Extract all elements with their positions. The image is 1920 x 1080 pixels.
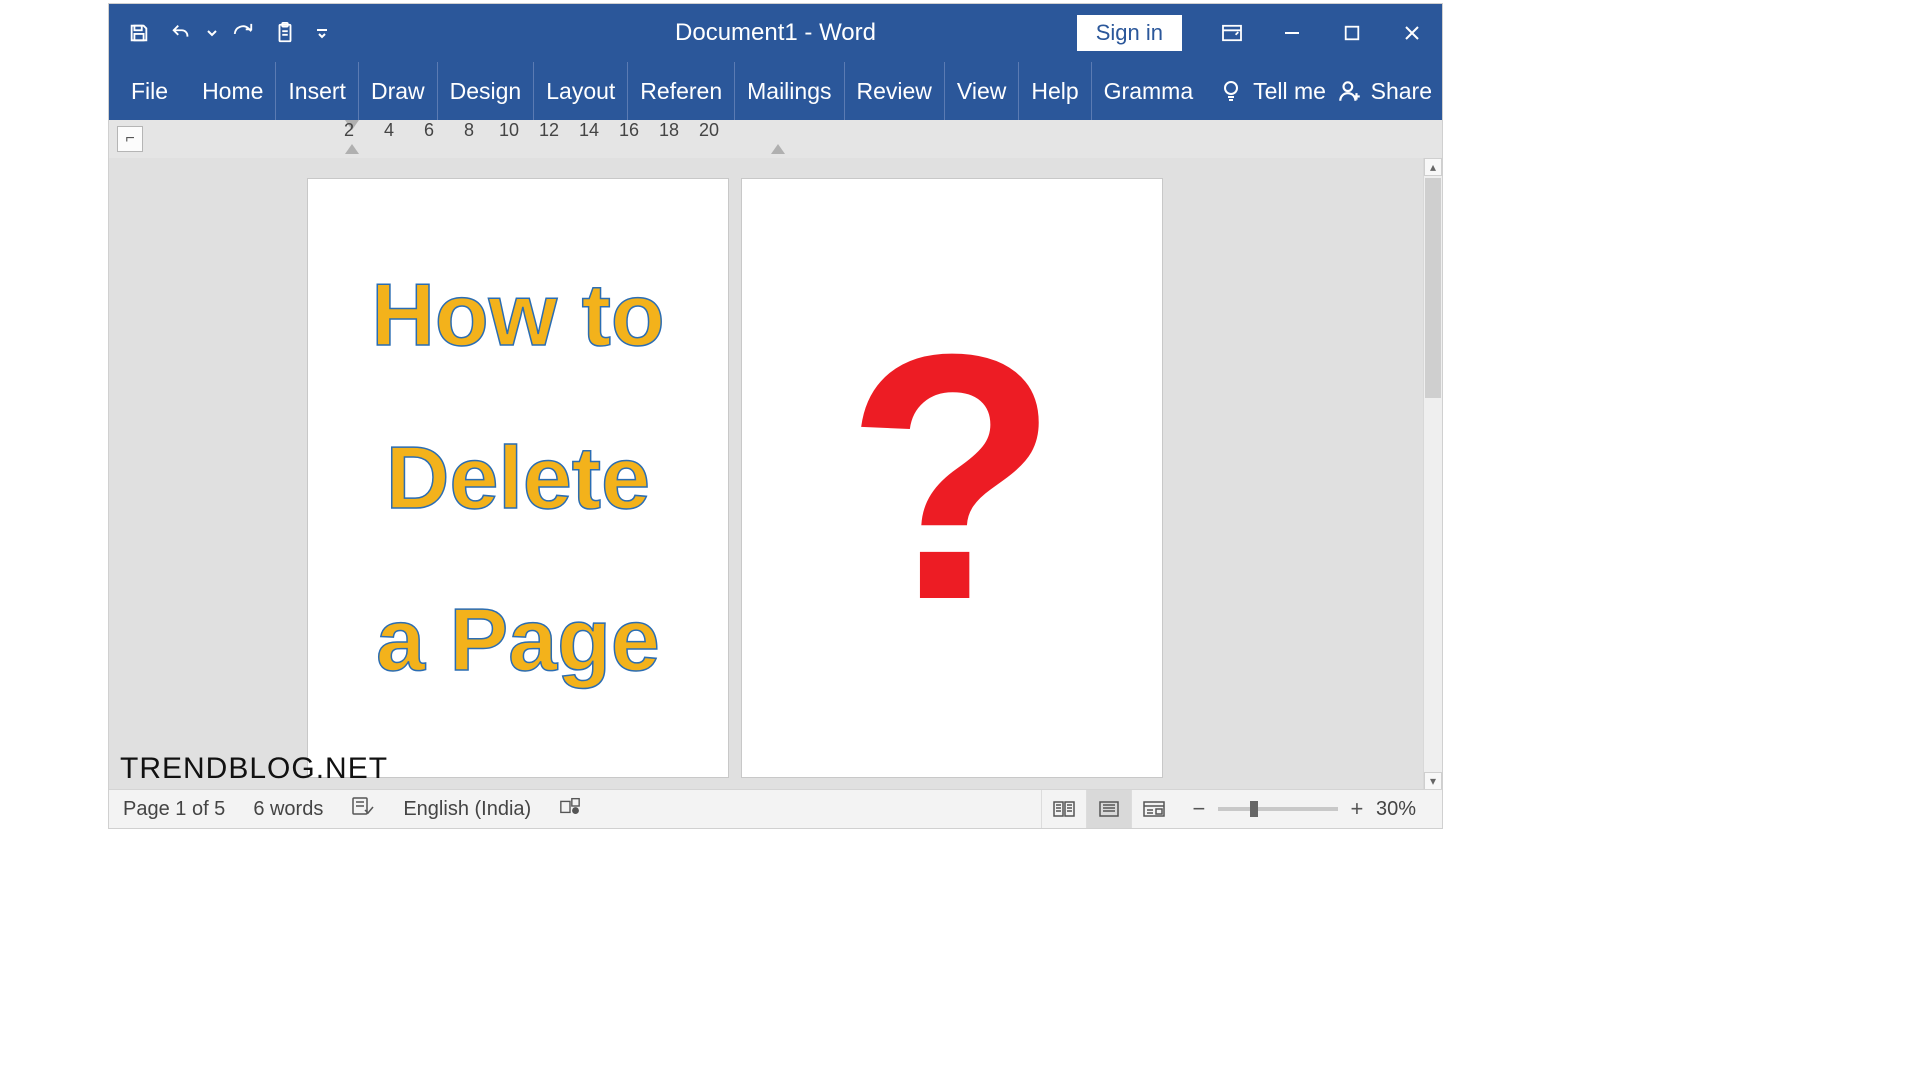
person-plus-icon [1337, 78, 1363, 104]
tab-references[interactable]: Referen [627, 62, 734, 120]
tab-insert[interactable]: Insert [275, 62, 358, 120]
ruler-number: 16 [619, 120, 639, 141]
share-label: Share [1371, 78, 1432, 105]
print-layout-icon [1098, 800, 1120, 818]
horizontal-ruler[interactable]: ⌐ 2 4 6 8 10 12 14 16 18 20 [109, 120, 1442, 158]
ruler-number: 14 [579, 120, 599, 141]
page-indicator[interactable]: Page 1 of 5 [123, 798, 225, 821]
close-button[interactable] [1382, 4, 1442, 62]
web-layout-button[interactable] [1131, 790, 1176, 828]
page-1-wordart[interactable]: How to Delete a Page [371, 234, 664, 722]
macro-record-icon [559, 796, 581, 816]
document-area: How to Delete a Page ? ▴ ▾ [109, 158, 1442, 790]
share-button[interactable]: Share [1337, 62, 1432, 120]
tab-mailings[interactable]: Mailings [734, 62, 843, 120]
ruler-number: 20 [699, 120, 719, 141]
zoom-level[interactable]: 30% [1376, 798, 1416, 821]
language-indicator[interactable]: English (India) [403, 798, 531, 821]
title-bar: Document1 - Word Sign in [109, 4, 1442, 62]
ruler-number: 10 [499, 120, 519, 141]
lightbulb-icon [1219, 79, 1243, 103]
tab-home[interactable]: Home [190, 62, 275, 120]
tell-me-label: Tell me [1253, 78, 1326, 105]
ribbon-tabs: File Home Insert Draw Design Layout Refe… [109, 62, 1442, 120]
page-1-line: How to [371, 234, 664, 397]
page-1-line: Delete [371, 397, 664, 560]
undo-icon [168, 22, 194, 44]
page-1-line: a Page [371, 559, 664, 722]
tab-design[interactable]: Design [437, 62, 534, 120]
ruler-number: 2 [339, 120, 359, 141]
ruler-ticks: 2 4 6 8 10 12 14 16 18 20 [339, 120, 719, 158]
undo-button[interactable] [161, 13, 201, 53]
read-mode-button[interactable] [1041, 790, 1086, 828]
word-window: Document1 - Word Sign in File Ho [109, 4, 1442, 828]
tab-file[interactable]: File [109, 62, 190, 120]
tab-review[interactable]: Review [844, 62, 944, 120]
question-mark[interactable]: ? [845, 303, 1059, 653]
read-mode-icon [1052, 800, 1076, 818]
zoom-control: − + 30% [1176, 796, 1430, 822]
undo-dropdown[interactable] [203, 13, 221, 53]
redo-icon [231, 22, 255, 44]
macro-record-button[interactable] [559, 796, 581, 822]
ruler-number: 6 [419, 120, 439, 141]
clipboard-button[interactable] [265, 13, 305, 53]
vertical-scrollbar[interactable]: ▴ ▾ [1423, 158, 1442, 790]
word-count[interactable]: 6 words [253, 798, 323, 821]
maximize-button[interactable] [1322, 4, 1382, 62]
customize-qat-icon [315, 26, 329, 40]
tab-help[interactable]: Help [1018, 62, 1090, 120]
save-icon [128, 22, 150, 44]
ruler-number: 18 [659, 120, 679, 141]
page-2[interactable]: ? [741, 178, 1163, 778]
watermark-text: TRENDBLOG.NET [120, 752, 388, 786]
maximize-icon [1343, 24, 1361, 42]
tab-layout[interactable]: Layout [533, 62, 627, 120]
chevron-down-icon [207, 28, 217, 38]
zoom-slider[interactable] [1218, 807, 1338, 811]
tab-draw[interactable]: Draw [358, 62, 437, 120]
quick-access-toolbar [109, 13, 337, 53]
tab-grammar[interactable]: Gramma [1091, 62, 1205, 120]
ribbon-display-icon [1221, 24, 1243, 42]
ruler-number: 4 [379, 120, 399, 141]
ribbon-display-options[interactable] [1202, 4, 1262, 62]
sign-in-button[interactable]: Sign in [1077, 15, 1182, 51]
web-layout-icon [1142, 800, 1166, 818]
scroll-thumb[interactable] [1425, 178, 1441, 398]
zoom-out-button[interactable]: − [1190, 796, 1208, 822]
scroll-up-arrow[interactable]: ▴ [1424, 158, 1442, 176]
status-bar: Page 1 of 5 6 words English (India) [109, 789, 1442, 828]
print-layout-button[interactable] [1086, 790, 1131, 828]
redo-button[interactable] [223, 13, 263, 53]
page-1[interactable]: How to Delete a Page [307, 178, 729, 778]
ruler-number: 8 [459, 120, 479, 141]
tab-selector[interactable]: ⌐ [117, 126, 143, 152]
spellcheck-icon [351, 796, 375, 816]
tab-view[interactable]: View [944, 62, 1018, 120]
scroll-down-arrow[interactable]: ▾ [1424, 772, 1442, 790]
zoom-slider-thumb[interactable] [1250, 801, 1258, 817]
minimize-icon [1282, 23, 1302, 43]
zoom-in-button[interactable]: + [1348, 796, 1366, 822]
save-button[interactable] [119, 13, 159, 53]
customize-qat-button[interactable] [307, 13, 337, 53]
minimize-button[interactable] [1262, 4, 1322, 62]
tell-me-search[interactable]: Tell me [1205, 62, 1340, 120]
right-indent-marker[interactable] [771, 144, 785, 154]
ruler-number: 12 [539, 120, 559, 141]
clipboard-icon [274, 21, 296, 45]
close-icon [1402, 23, 1422, 43]
spellcheck-status[interactable] [351, 796, 375, 822]
